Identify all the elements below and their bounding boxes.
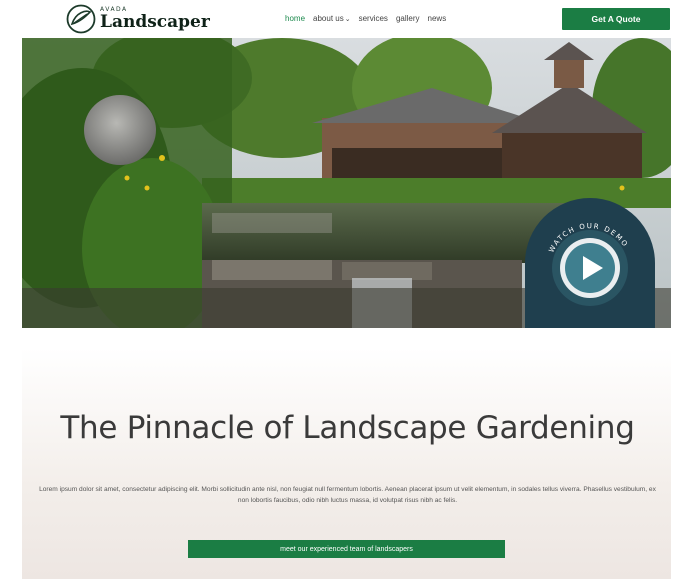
nav-news[interactable]: news	[428, 14, 447, 23]
site-header: AVADA Landscaper home about us⌄ services…	[0, 0, 695, 38]
nav-home[interactable]: home	[285, 14, 305, 23]
hero-image: WATCH OUR DEMO REEL	[22, 38, 671, 328]
page-headline: The Pinnacle of Landscape Gardening	[60, 410, 635, 446]
nav-about-us[interactable]: about us⌄	[313, 14, 351, 23]
nav-services[interactable]: services	[359, 14, 388, 23]
get-a-quote-button[interactable]: Get A Quote	[562, 8, 670, 30]
chevron-down-icon: ⌄	[344, 16, 351, 23]
logo-name: Landscaper	[100, 12, 210, 32]
watch-demo-reel-button[interactable]: WATCH OUR DEMO REEL	[525, 198, 655, 328]
nav-about-us-label: about us	[313, 14, 344, 23]
main-nav: home about us⌄ services gallery news	[285, 14, 446, 23]
leaf-logo-icon	[66, 4, 96, 34]
nav-gallery[interactable]: gallery	[396, 14, 420, 23]
intro-paragraph: Lorem ipsum dolor sit amet, consectetur …	[39, 486, 656, 504]
meet-team-button[interactable]: meet our experienced team of landscapers	[188, 540, 505, 558]
site-logo[interactable]: AVADA Landscaper	[66, 4, 210, 34]
